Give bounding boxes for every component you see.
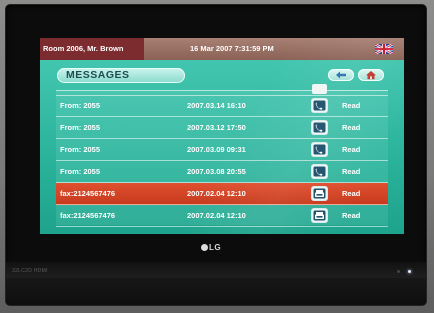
- phone-icon: [312, 99, 327, 112]
- fax-icon: [312, 187, 327, 200]
- message-row[interactable]: From: 2055 2007.03.14 16:10 Read: [56, 95, 388, 117]
- back-button[interactable]: [328, 69, 354, 81]
- message-status: Read: [342, 123, 361, 132]
- message-date: 2007.02.04 12:10: [187, 211, 246, 220]
- message-row[interactable]: fax:2124567476 2007.02.04 12:10 Read: [56, 205, 388, 227]
- brand-name: LG: [209, 243, 222, 252]
- model-label: 32LC2D HDMI: [12, 268, 48, 274]
- message-date: 2007.02.04 12:10: [187, 189, 246, 198]
- tv-screen: Room 2006, Mr. Brown 16 Mar 2007 7:31:59…: [40, 38, 404, 234]
- page-title: MESSAGES: [57, 68, 185, 83]
- message-status: Read: [342, 189, 361, 198]
- message-sender: fax:2124567476: [60, 211, 116, 220]
- message-date: 2007.03.08 20:55: [187, 167, 246, 176]
- power-button[interactable]: [397, 270, 400, 273]
- power-led: [408, 270, 411, 273]
- message-sender: From: 2055: [60, 145, 101, 154]
- message-sender: From: 2055: [60, 123, 101, 132]
- message-status: Read: [342, 101, 361, 110]
- message-sender: From: 2055: [60, 167, 101, 176]
- message-sender: From: 2055: [60, 101, 101, 110]
- message-list: From: 2055 2007.03.14 16:10 Read From: 2…: [56, 84, 388, 227]
- phone-icon: [312, 165, 327, 178]
- tv-speaker-strip: [6, 278, 426, 305]
- uk-flag-icon[interactable]: [375, 44, 393, 54]
- tv-bezel-bottom: [6, 262, 426, 278]
- lg-logo-icon: [201, 244, 208, 251]
- status-bar: Room 2006, Mr. Brown 16 Mar 2007 7:31:59…: [40, 38, 404, 60]
- home-icon: [366, 71, 376, 80]
- message-status: Read: [342, 211, 361, 220]
- back-arrow-icon: [336, 71, 346, 79]
- message-row[interactable]: From: 2055 2007.03.12 17:50 Read: [56, 117, 388, 139]
- message-status: Read: [342, 167, 361, 176]
- brand-logo: LG: [201, 243, 221, 252]
- room-guest-label: Room 2006, Mr. Brown: [40, 38, 144, 60]
- message-row[interactable]: From: 2055 2007.03.09 09:31 Read: [56, 139, 388, 161]
- home-button[interactable]: [358, 69, 384, 81]
- message-date: 2007.03.12 17:50: [187, 123, 246, 132]
- message-date: 2007.03.14 16:10: [187, 101, 246, 110]
- current-datetime: 16 Mar 2007 7:31:59 PM: [190, 44, 274, 53]
- fax-icon: [312, 209, 327, 222]
- message-row-selected[interactable]: fax:2124567476 2007.02.04 12:10 Read: [56, 183, 388, 205]
- message-status: Read: [342, 145, 361, 154]
- message-date: 2007.03.09 09:31: [187, 145, 246, 154]
- message-sender: fax:2124567476: [60, 189, 116, 198]
- phone-icon: [312, 143, 327, 156]
- message-row[interactable]: From: 2055 2007.03.08 20:55 Read: [56, 161, 388, 183]
- phone-icon: [312, 84, 327, 94]
- phone-icon: [312, 121, 327, 134]
